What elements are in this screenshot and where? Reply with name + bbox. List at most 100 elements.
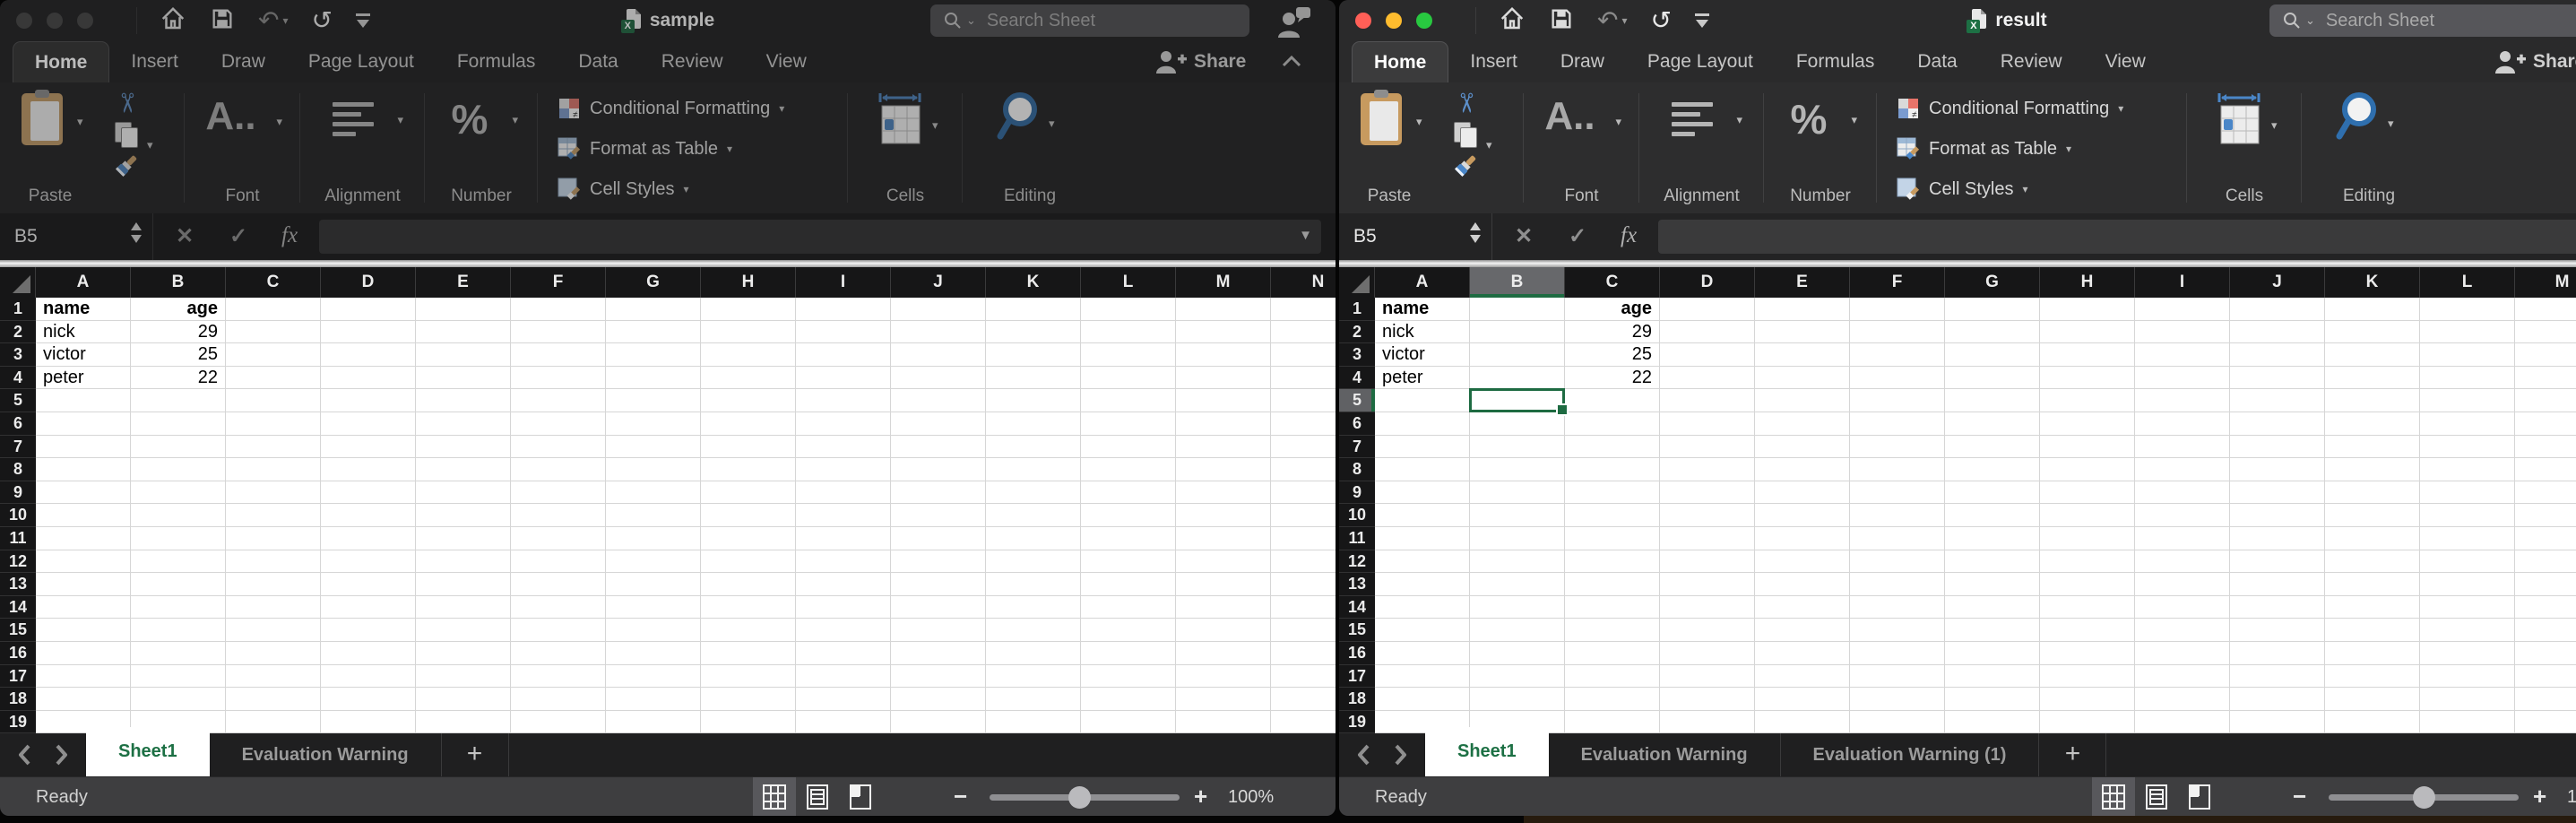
format-painter-icon[interactable] — [113, 152, 140, 184]
cell-I16[interactable] — [2135, 642, 2230, 665]
cell-G17[interactable] — [606, 665, 701, 689]
cell-A3[interactable]: victor — [36, 343, 131, 367]
cell-H13[interactable] — [2040, 573, 2135, 596]
cell-J16[interactable] — [891, 642, 986, 665]
search-scope-caret-icon[interactable]: ⌄ — [2305, 13, 2315, 28]
ribbon-tab-draw[interactable]: Draw — [1539, 41, 1626, 82]
cell-H5[interactable] — [701, 389, 796, 412]
cell-M13[interactable] — [2515, 573, 2576, 596]
cell-A10[interactable] — [36, 504, 131, 527]
cell-E11[interactable] — [1755, 527, 1850, 550]
cell-D13[interactable] — [321, 573, 416, 596]
cell-G11[interactable] — [606, 527, 701, 550]
cell-G5[interactable] — [1945, 389, 2040, 412]
cell-D17[interactable] — [1660, 665, 1755, 689]
sheet-tab-evaluation-warning[interactable]: Evaluation Warning — [210, 733, 442, 776]
format-as-table-button[interactable]: Format as Table ▾ — [1897, 134, 2071, 164]
conditional-formatting-caret-icon[interactable]: ▾ — [779, 102, 784, 115]
cell-A10[interactable] — [1375, 504, 1470, 527]
cell-F17[interactable] — [1850, 665, 1945, 689]
cell-A11[interactable] — [1375, 527, 1470, 550]
cell-K7[interactable] — [986, 436, 1081, 459]
cell-H1[interactable] — [2040, 298, 2135, 321]
cell-K5[interactable] — [986, 389, 1081, 412]
cell-E14[interactable] — [1755, 596, 1850, 619]
cell-E16[interactable] — [416, 642, 511, 665]
cell-L10[interactable] — [1081, 504, 1176, 527]
cell-J4[interactable] — [891, 367, 986, 390]
cell-I8[interactable] — [796, 458, 891, 481]
cell-K12[interactable] — [986, 550, 1081, 574]
cell-H3[interactable] — [701, 343, 796, 367]
cell-F12[interactable] — [511, 550, 606, 574]
column-header-E[interactable]: E — [1755, 267, 1850, 298]
toolbar-options-icon[interactable] — [356, 13, 370, 28]
cell-J6[interactable] — [891, 412, 986, 436]
cell-I2[interactable] — [2135, 321, 2230, 344]
cell-C1[interactable]: age — [1565, 298, 1660, 321]
cell-F19[interactable] — [1850, 711, 1945, 733]
cell-E19[interactable] — [416, 711, 511, 733]
window-splitter[interactable] — [1339, 260, 2576, 267]
cell-K18[interactable] — [986, 688, 1081, 711]
row-header-2[interactable]: 2 — [0, 321, 36, 344]
cell-A7[interactable] — [1375, 436, 1470, 459]
cell-styles-button[interactable]: Cell Styles ▾ — [1897, 174, 2028, 204]
cell-J6[interactable] — [2230, 412, 2325, 436]
cell-F11[interactable] — [1850, 527, 1945, 550]
font-caret-icon[interactable]: ▾ — [276, 115, 282, 129]
cell-D2[interactable] — [1660, 321, 1755, 344]
ribbon-tab-view[interactable]: View — [745, 41, 828, 82]
cell-E10[interactable] — [1755, 504, 1850, 527]
cell-E18[interactable] — [1755, 688, 1850, 711]
cell-E7[interactable] — [416, 436, 511, 459]
cell-C16[interactable] — [1565, 642, 1660, 665]
formula-bar-expand-icon[interactable]: ▼ — [1299, 228, 1312, 243]
cell-J11[interactable] — [2230, 527, 2325, 550]
cell-I11[interactable] — [796, 527, 891, 550]
cell-B12[interactable] — [131, 550, 226, 574]
row-header-3[interactable]: 3 — [0, 343, 36, 367]
cell-C2[interactable] — [226, 321, 321, 344]
cell-J4[interactable] — [2230, 367, 2325, 390]
row-header-1[interactable]: 1 — [0, 298, 36, 321]
cell-N16[interactable] — [1271, 642, 1336, 665]
cell-L1[interactable] — [2420, 298, 2515, 321]
cell-G16[interactable] — [606, 642, 701, 665]
cell-B13[interactable] — [131, 573, 226, 596]
cell-N4[interactable] — [1271, 367, 1336, 390]
ribbon-tab-review[interactable]: Review — [640, 41, 745, 82]
cell-E2[interactable] — [416, 321, 511, 344]
cell-N3[interactable] — [1271, 343, 1336, 367]
cell-A5[interactable] — [1375, 389, 1470, 412]
normal-view-button[interactable] — [2092, 777, 2135, 816]
home-icon[interactable] — [1499, 5, 1526, 37]
name-box[interactable]: B5 — [0, 213, 153, 260]
cell-A8[interactable] — [1375, 458, 1470, 481]
cell-A18[interactable] — [36, 688, 131, 711]
cell-I5[interactable] — [796, 389, 891, 412]
cell-F19[interactable] — [511, 711, 606, 733]
minimize-button[interactable] — [47, 13, 63, 29]
cell-K15[interactable] — [986, 619, 1081, 642]
column-header-F[interactable]: F — [1850, 267, 1945, 298]
cell-D4[interactable] — [321, 367, 416, 390]
row-header-16[interactable]: 16 — [0, 642, 36, 665]
cell-D16[interactable] — [321, 642, 416, 665]
cell-D16[interactable] — [1660, 642, 1755, 665]
cell-D14[interactable] — [321, 596, 416, 619]
cut-icon[interactable]: ✂ — [113, 91, 140, 114]
cell-L12[interactable] — [2420, 550, 2515, 574]
zoom-slider[interactable] — [2329, 794, 2519, 801]
editing-caret-icon[interactable]: ▾ — [1049, 117, 1055, 131]
cell-I19[interactable] — [796, 711, 891, 733]
cell-G10[interactable] — [1945, 504, 2040, 527]
column-header-B[interactable]: B — [131, 267, 226, 298]
select-all-corner[interactable] — [1339, 267, 1375, 298]
cell-D9[interactable] — [321, 481, 416, 505]
row-header-12[interactable]: 12 — [1339, 550, 1375, 574]
cell-G8[interactable] — [1945, 458, 2040, 481]
cell-D17[interactable] — [321, 665, 416, 689]
ribbon-tab-data[interactable]: Data — [557, 41, 639, 82]
cell-N2[interactable] — [1271, 321, 1336, 344]
